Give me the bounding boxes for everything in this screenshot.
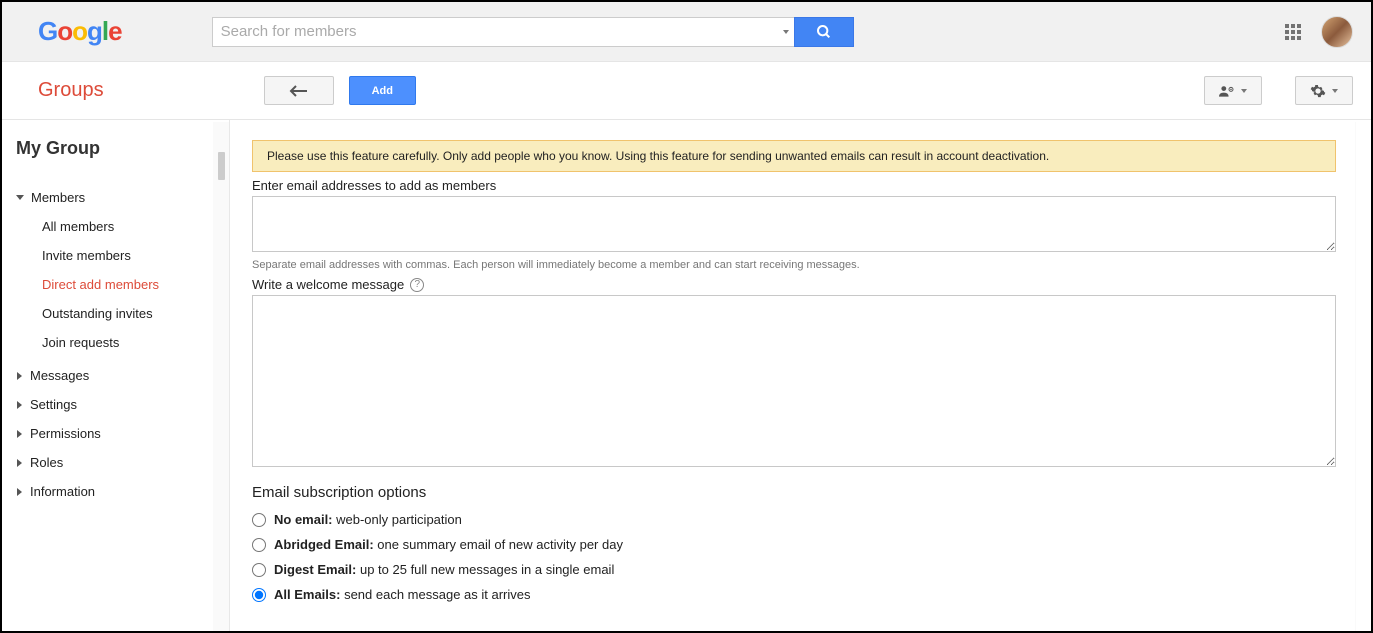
- sidebar-label: Permissions: [30, 426, 101, 441]
- back-button[interactable]: [264, 76, 334, 105]
- option-no-email[interactable]: No email: web-only participation: [252, 507, 1336, 532]
- search-button[interactable]: [794, 17, 854, 47]
- main-scrollbar[interactable]: [1355, 122, 1356, 631]
- sidebar: My Group Members All members Invite memb…: [2, 120, 230, 631]
- chevron-right-icon: [17, 488, 22, 496]
- radio-abridged-email[interactable]: [252, 538, 266, 552]
- chevron-down-icon: [1332, 89, 1338, 93]
- sidebar-item-direct-add-members[interactable]: Direct add members: [2, 270, 229, 299]
- sidebar-toggle-settings[interactable]: Settings: [2, 390, 229, 419]
- gear-icon: [1310, 83, 1326, 99]
- member-settings-button[interactable]: [1204, 76, 1262, 105]
- search-dropdown-toggle[interactable]: [772, 17, 794, 47]
- top-bar: Google: [2, 2, 1371, 62]
- google-logo[interactable]: Google: [38, 16, 122, 47]
- chevron-right-icon: [17, 459, 22, 467]
- chevron-down-icon: [16, 195, 24, 200]
- warning-banner: Please use this feature carefully. Only …: [252, 140, 1336, 172]
- apps-icon[interactable]: [1285, 24, 1301, 40]
- sidebar-label: Settings: [30, 397, 77, 412]
- sidebar-toggle-permissions[interactable]: Permissions: [2, 419, 229, 448]
- back-arrow-icon: [289, 85, 309, 97]
- action-bar: Groups Add: [2, 62, 1371, 120]
- search-container: [212, 17, 854, 47]
- sidebar-label: Members: [31, 190, 85, 205]
- sidebar-toggle-information[interactable]: Information: [2, 477, 229, 506]
- main-panel: Please use this feature carefully. Only …: [230, 120, 1356, 631]
- person-gear-icon: [1219, 84, 1235, 98]
- sidebar-label: Messages: [30, 368, 89, 383]
- email-addresses-input[interactable]: [252, 196, 1336, 252]
- chevron-right-icon: [17, 372, 22, 380]
- chevron-down-icon: [1241, 89, 1247, 93]
- sidebar-toggle-members[interactable]: Members: [2, 183, 229, 212]
- sidebar-item-all-members[interactable]: All members: [2, 212, 229, 241]
- group-name-heading: My Group: [2, 138, 229, 183]
- settings-button[interactable]: [1295, 76, 1353, 105]
- welcome-message-input[interactable]: [252, 295, 1336, 467]
- chevron-right-icon: [17, 430, 22, 438]
- email-addresses-label: Enter email addresses to add as members: [252, 178, 1336, 193]
- sidebar-toggle-messages[interactable]: Messages: [2, 361, 229, 390]
- sidebar-item-invite-members[interactable]: Invite members: [2, 241, 229, 270]
- sidebar-label: Information: [30, 484, 95, 499]
- subscription-options-heading: Email subscription options: [252, 484, 1336, 501]
- search-input[interactable]: [212, 17, 772, 47]
- radio-no-email[interactable]: [252, 513, 266, 527]
- groups-title[interactable]: Groups: [38, 79, 104, 102]
- sidebar-item-join-requests[interactable]: Join requests: [2, 328, 229, 357]
- action-bar-right: [1204, 76, 1353, 105]
- content-area: My Group Members All members Invite memb…: [2, 120, 1371, 631]
- radio-digest-email[interactable]: [252, 563, 266, 577]
- option-all-emails[interactable]: All Emails: send each message as it arri…: [252, 582, 1336, 607]
- profile-avatar[interactable]: [1321, 16, 1353, 48]
- radio-all-emails[interactable]: [252, 588, 266, 602]
- sidebar-scrollbar[interactable]: [213, 122, 229, 631]
- top-right-controls: [1285, 16, 1353, 48]
- add-button[interactable]: Add: [349, 76, 416, 105]
- welcome-message-label: Write a welcome message ?: [252, 277, 1336, 292]
- sidebar-label: Roles: [30, 455, 63, 470]
- email-addresses-hint: Separate email addresses with commas. Ea…: [252, 259, 1336, 271]
- sidebar-item-outstanding-invites[interactable]: Outstanding invites: [2, 299, 229, 328]
- sidebar-section-members: Members All members Invite members Direc…: [2, 183, 229, 357]
- option-abridged-email[interactable]: Abridged Email: one summary email of new…: [252, 532, 1336, 557]
- search-icon: [816, 24, 832, 40]
- sidebar-toggle-roles[interactable]: Roles: [2, 448, 229, 477]
- option-digest-email[interactable]: Digest Email: up to 25 full new messages…: [252, 557, 1336, 582]
- help-icon[interactable]: ?: [410, 278, 424, 292]
- chevron-right-icon: [17, 401, 22, 409]
- chevron-down-icon: [783, 30, 789, 34]
